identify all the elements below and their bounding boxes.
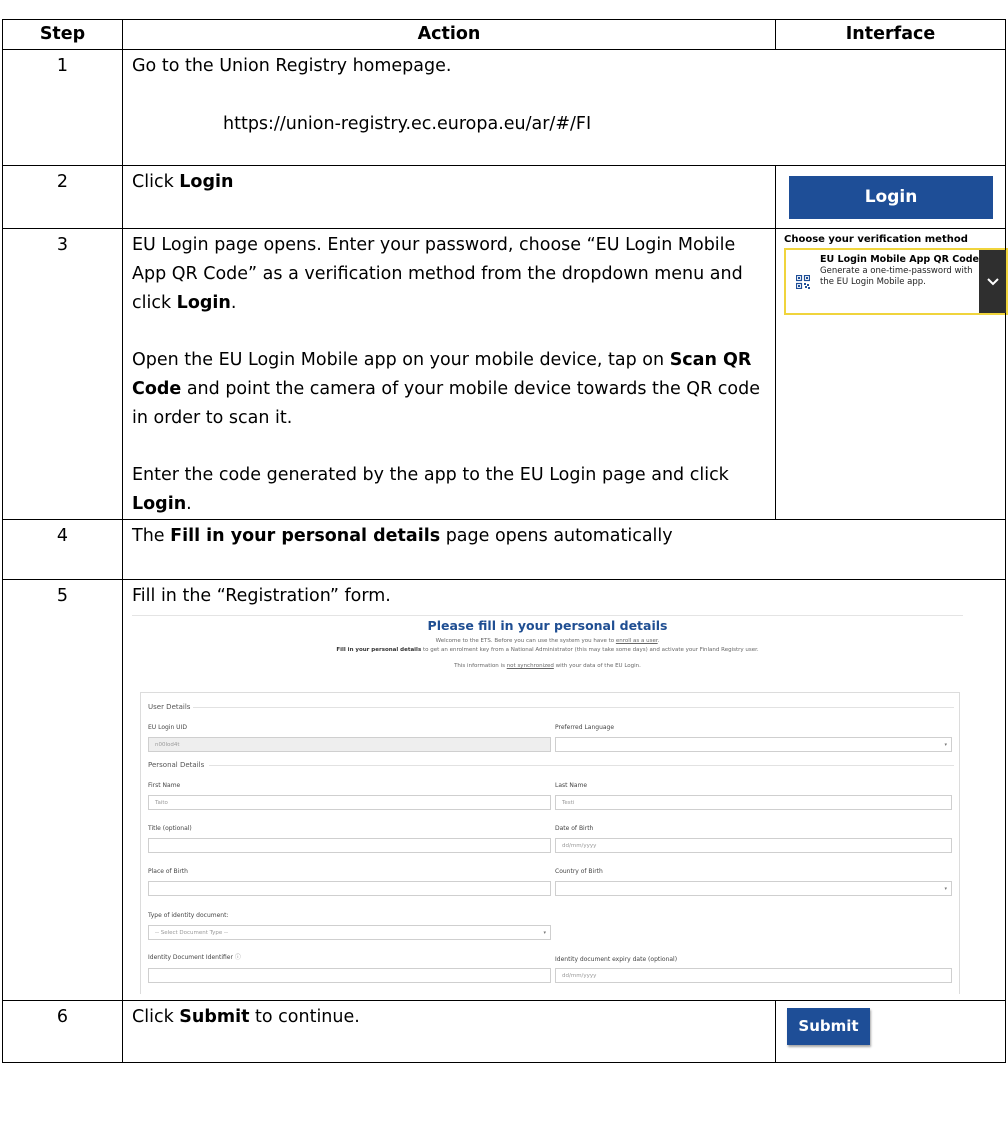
header-interface: Interface: [775, 19, 1006, 50]
verification-option-title: EU Login Mobile App QR Code: [820, 254, 979, 265]
title-field[interactable]: [148, 838, 551, 853]
action-text: Open the EU Login Mobile app on your mob…: [132, 350, 670, 370]
action-bold: Submit: [179, 1007, 250, 1027]
action-text: Enter the code generated by the app to t…: [132, 465, 729, 485]
step-number: 2: [2, 165, 123, 229]
action-cell: Click Submit to continue.: [122, 1000, 776, 1063]
last-name-label: Last Name: [555, 782, 588, 789]
step-number: 5: [2, 579, 123, 1001]
form-intro-line3: This information is not synchronized wit…: [454, 663, 641, 669]
cob-select[interactable]: ▾: [555, 881, 952, 896]
header-action: Action: [122, 19, 776, 50]
registry-url: https://union-registry.ec.europa.eu/ar/#…: [223, 114, 592, 134]
verification-title: Choose your verification method: [784, 234, 968, 245]
login-button[interactable]: Login: [789, 176, 993, 219]
interface-cell: Login: [775, 165, 1006, 229]
registration-form-screenshot: Please fill in your personal details Wel…: [132, 615, 963, 994]
step-number: 3: [2, 228, 123, 520]
caret-down-icon: ▾: [944, 886, 947, 892]
action-bold: Login: [132, 494, 187, 514]
idnum-label: Identity Document Identifier ⓘ: [148, 954, 241, 961]
form-title: Please fill in your personal details: [427, 618, 668, 633]
step-number: 6: [2, 1000, 123, 1063]
action-bold: Login: [179, 172, 234, 192]
language-label: Preferred Language: [555, 724, 615, 731]
pob-field[interactable]: [148, 881, 551, 896]
language-select[interactable]: ▾: [555, 737, 952, 752]
uid-label: EU Login UID: [148, 724, 187, 731]
action-cell: The Fill in your personal details page o…: [122, 519, 1006, 580]
action-text: .: [230, 293, 237, 313]
action-paragraph: Enter the code generated by the app to t…: [132, 461, 766, 519]
uid-field: n00lod4t: [148, 737, 551, 752]
action-cell: Fill in the “Registration” form. Please …: [122, 579, 1006, 1001]
table-row: 6 Click Submit to continue. Submit: [2, 1000, 1006, 1063]
table-header-row: Step Action Interface: [2, 19, 1006, 50]
action-text: .: [186, 494, 192, 514]
qr-code-icon: [786, 250, 820, 313]
not-synchronized-link[interactable]: not synchronized: [507, 663, 554, 669]
idnum-field[interactable]: [148, 968, 551, 983]
dob-field[interactable]: dd/mm/yyyy: [555, 838, 952, 853]
interface-cell: Submit: [775, 1000, 1006, 1063]
title-label: Title (optional): [148, 825, 192, 832]
pob-label: Place of Birth: [148, 868, 188, 875]
action-cell: Click Login: [122, 165, 776, 229]
action-text: to continue.: [249, 1007, 360, 1027]
action-cell: Go to the Union Registry homepage. https…: [122, 49, 1006, 166]
first-name-label: First Name: [148, 782, 181, 789]
caret-down-icon: ▾: [944, 742, 947, 748]
cob-label: Country of Birth: [555, 868, 603, 875]
action-bold: Login: [176, 293, 231, 313]
interface-cell: Choose your verification method EU Login…: [775, 228, 1008, 520]
action-paragraph: EU Login page opens. Enter your password…: [132, 231, 766, 318]
steps-table: Step Action Interface 1 Go to the Union …: [2, 19, 1008, 1063]
action-text: Go to the Union Registry homepage.: [132, 56, 452, 76]
dob-label: Date of Birth: [555, 825, 594, 832]
action-paragraph: Open the EU Login Mobile app on your mob…: [132, 346, 766, 433]
form-intro-line1: Welcome to the ETS. Before you can use t…: [435, 638, 660, 644]
chevron-down-icon[interactable]: [979, 250, 1006, 313]
action-bold: Fill in your personal details: [170, 526, 441, 546]
idtype-label: Type of identity document:: [148, 912, 229, 919]
table-row: 3 EU Login page opens. Enter your passwo…: [2, 228, 1008, 520]
table-row: 1 Go to the Union Registry homepage. htt…: [2, 49, 1006, 166]
verification-method-widget: Choose your verification method EU Login…: [776, 233, 1008, 315]
table-row: 2 Click Login Login: [2, 165, 1006, 229]
submit-button[interactable]: Submit: [787, 1008, 870, 1045]
section-personal-details: Personal Details: [148, 761, 205, 769]
action-cell: EU Login page opens. Enter your password…: [122, 228, 776, 520]
action-text: The: [132, 526, 171, 546]
action-text: Fill in the “Registration” form.: [132, 586, 391, 606]
action-text: and point the camera of your mobile devi…: [132, 379, 760, 428]
idtype-select[interactable]: -- Select Document Type -- ▾: [148, 925, 551, 940]
verification-dropdown[interactable]: EU Login Mobile App QR Code Generate a o…: [784, 248, 1008, 315]
caret-down-icon: ▾: [543, 930, 546, 936]
info-icon[interactable]: ⓘ: [235, 954, 241, 961]
idexp-field[interactable]: dd/mm/yyyy: [555, 968, 952, 983]
table-row: 4 The Fill in your personal details page…: [2, 519, 1006, 580]
step-number: 1: [2, 49, 123, 166]
enroll-link[interactable]: enroll as a user: [616, 638, 658, 644]
action-text: page opens automatically: [440, 526, 673, 546]
header-step: Step: [2, 19, 123, 50]
form-intro-line2: Fill in your personal details to get an …: [336, 647, 759, 653]
form-panel: User Details EU Login UID n00lod4t Prefe…: [140, 692, 960, 994]
first-name-field[interactable]: Taito: [148, 795, 551, 810]
section-user-details: User Details: [148, 703, 191, 711]
idexp-label: Identity document expiry date (optional): [555, 956, 678, 963]
verification-option-desc: Generate a one-time-password with the EU…: [820, 266, 973, 287]
action-text: Click: [132, 1007, 180, 1027]
last-name-field[interactable]: Testi: [555, 795, 952, 810]
table-row: 5 Fill in the “Registration” form. Pleas…: [2, 579, 1006, 1001]
step-number: 4: [2, 519, 123, 580]
action-text: Click: [132, 172, 180, 192]
